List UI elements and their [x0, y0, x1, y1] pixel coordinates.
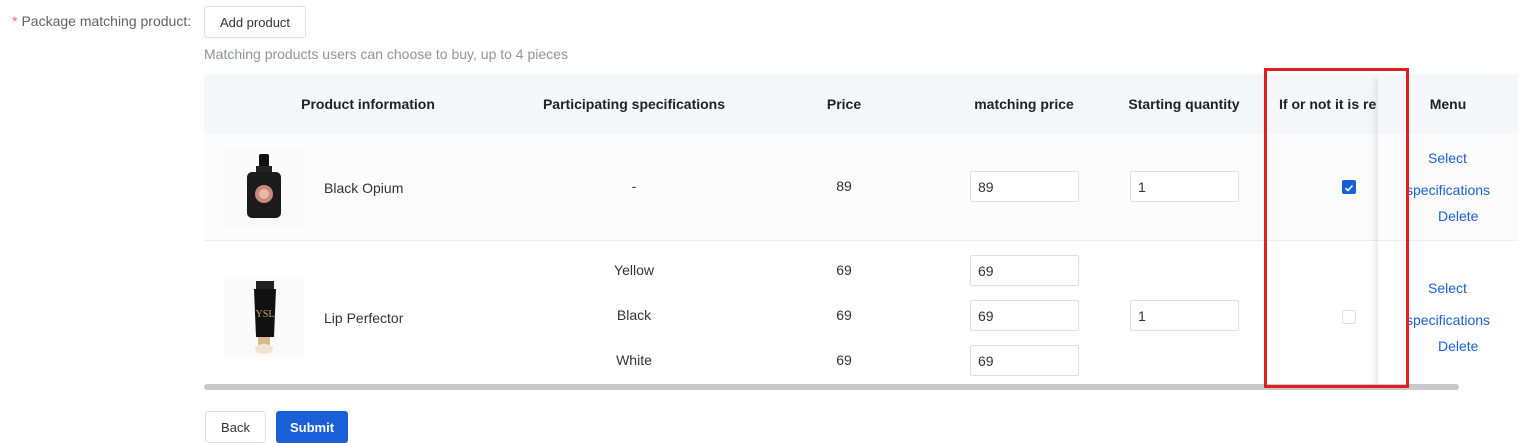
col-participating-specifications: Participating specifications: [542, 96, 726, 112]
product-name: Lip Perfector: [324, 310, 404, 326]
price-value: 69: [836, 307, 852, 323]
price-value: 89: [836, 178, 852, 194]
starting-quantity-input[interactable]: [1130, 300, 1239, 331]
perfume-bottle-icon: [224, 147, 304, 227]
select-specifications-link[interactable]: Select: [1428, 150, 1467, 166]
spec-value: White: [616, 352, 652, 368]
delete-link[interactable]: Delete: [1438, 208, 1478, 224]
starting-quantity-input[interactable]: [1130, 171, 1239, 202]
matching-price-input[interactable]: [970, 300, 1079, 331]
spec-value: -: [631, 178, 637, 194]
select-specifications-link-2[interactable]: specifications: [1406, 312, 1490, 328]
product-name: Black Opium: [324, 180, 404, 196]
col-product-information: Product information: [301, 96, 435, 112]
price-value: 69: [836, 262, 852, 278]
package-matching-label: * Package matching product:: [12, 13, 191, 29]
matching-price-input[interactable]: [970, 255, 1079, 286]
col-price: Price: [826, 96, 862, 112]
matching-hint: Matching products users can choose to bu…: [204, 46, 568, 62]
spec-value: Yellow: [614, 262, 654, 278]
price-value: 69: [836, 352, 852, 368]
add-product-button[interactable]: Add product: [204, 6, 306, 38]
matching-price-input[interactable]: [970, 171, 1079, 202]
spec-value: Black: [616, 307, 652, 323]
package-matching-label-text: Package matching product:: [21, 13, 192, 29]
highlight-box: [1264, 68, 1409, 388]
select-specifications-link[interactable]: Select: [1428, 280, 1467, 296]
col-matching-price: matching price: [974, 96, 1074, 112]
delete-link[interactable]: Delete: [1438, 338, 1478, 354]
back-button[interactable]: Back: [205, 411, 266, 443]
lip-tube-icon: YSL: [224, 277, 304, 357]
required-mark: *: [12, 13, 18, 29]
submit-button[interactable]: Submit: [276, 411, 348, 443]
select-specifications-link-2[interactable]: specifications: [1406, 182, 1490, 198]
svg-text:YSL: YSL: [256, 309, 275, 320]
matching-price-input[interactable]: [970, 345, 1079, 376]
col-starting-quantity: Starting quantity: [1128, 96, 1240, 112]
